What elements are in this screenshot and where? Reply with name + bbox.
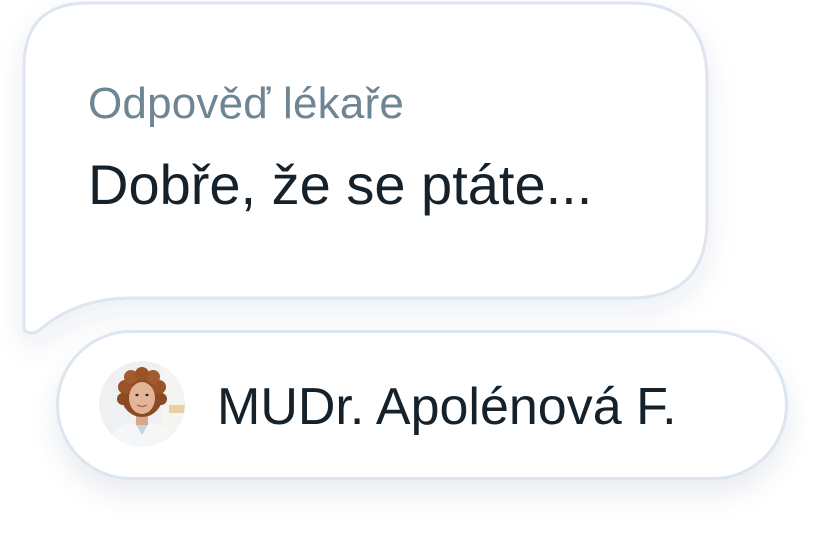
bubble-content: Odpověď lékaře Dobře, že se ptáte... (88, 78, 592, 218)
reply-message: Dobře, že se ptáte... (88, 153, 593, 216)
doctor-reply-card: Odpověď lékaře Dobře, že se ptáte... MUD… (0, 0, 813, 540)
doctor-name: MUDr. Apolénová F. (217, 378, 677, 436)
doctor-chip[interactable]: MUDr. Apolénová F. (56, 330, 788, 480)
doctor-avatar (99, 361, 185, 447)
doctor-portrait-icon (99, 361, 185, 447)
reply-label: Odpověď lékaře (88, 79, 405, 128)
